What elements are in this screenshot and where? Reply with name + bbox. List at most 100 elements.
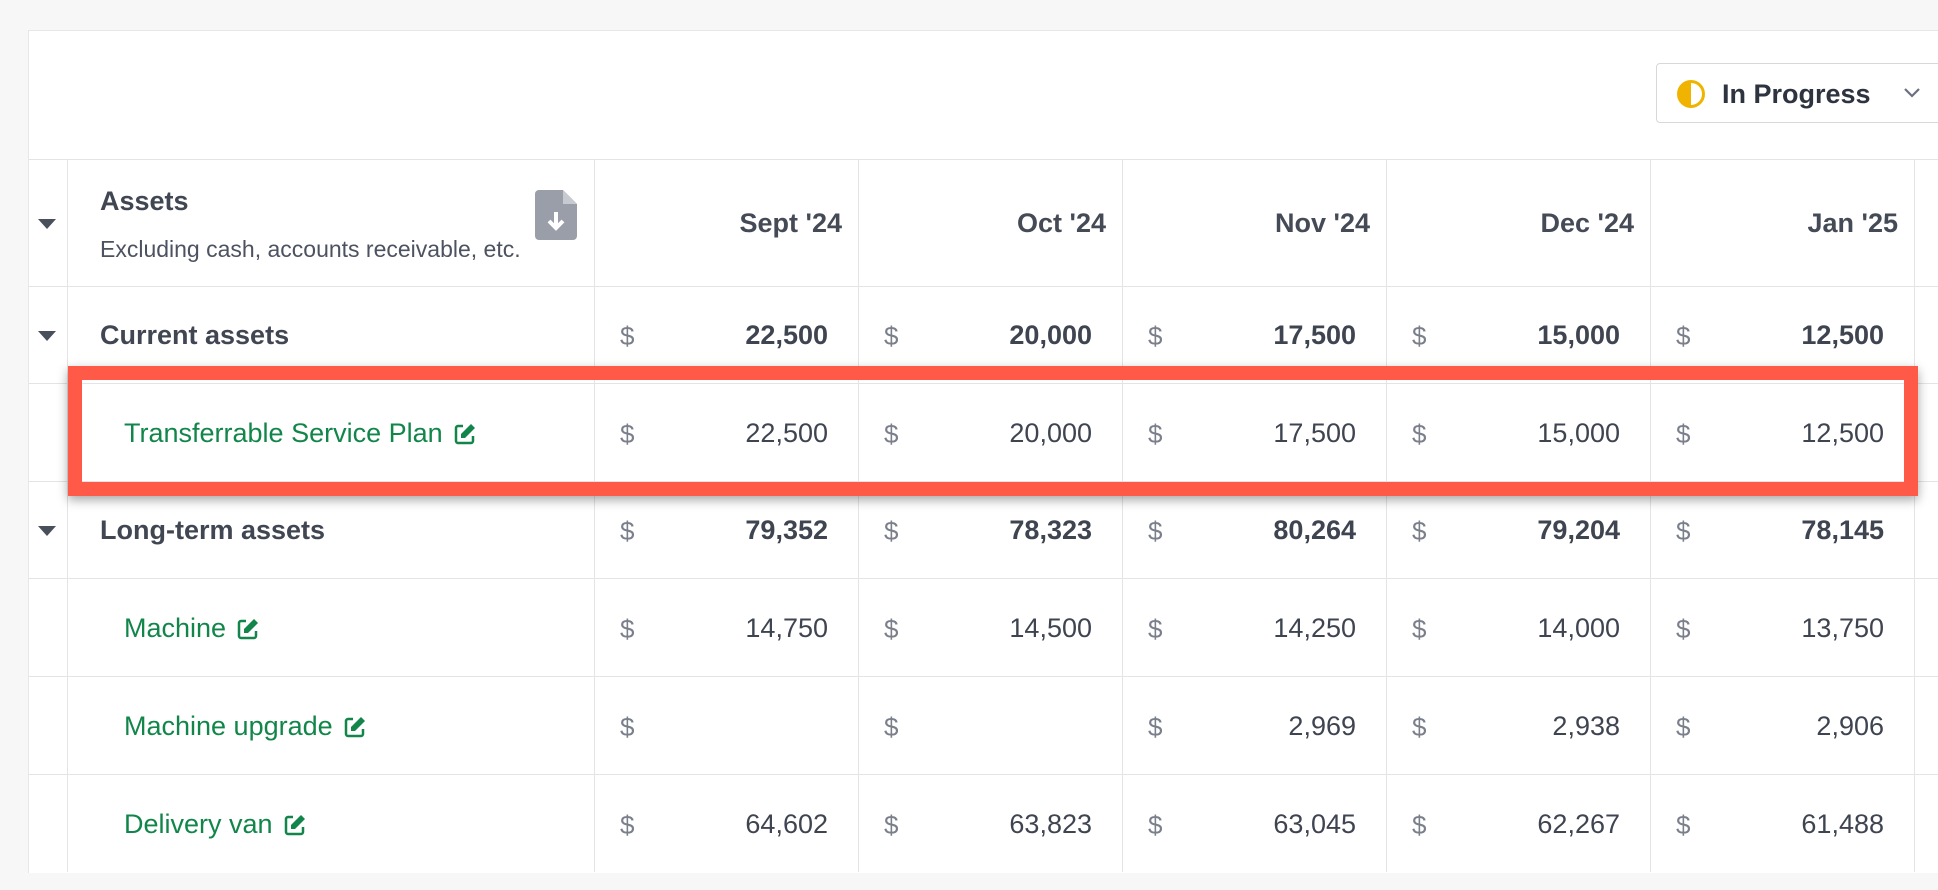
cell-value[interactable]: 14,250 [1176,613,1356,644]
currency-symbol: $ [1412,712,1427,742]
currency-symbol: $ [1412,516,1427,546]
column-divider [67,160,68,872]
currency-symbol: $ [620,712,635,742]
currency-symbol: $ [620,614,635,644]
cell-value[interactable]: 62,267 [1440,809,1620,840]
cell-value[interactable]: 80,264 [1176,515,1356,546]
currency-symbol: $ [1148,712,1163,742]
cell-value[interactable]: 2,938 [1440,711,1620,742]
cell-value[interactable]: 12,500 [1704,320,1884,351]
cell-value[interactable]: 20,000 [912,320,1092,351]
assets-card [28,30,1938,873]
cell-value[interactable]: 12,500 [1704,418,1884,449]
half-circle-status-icon [1676,79,1706,109]
cell-value[interactable]: 20,000 [912,418,1092,449]
column-header-month: Sept '24 [739,208,842,238]
currency-symbol: $ [1412,321,1427,351]
currency-symbol: $ [1148,810,1163,840]
cell-value[interactable]: 2,906 [1704,711,1884,742]
row-divider [28,578,1938,579]
row-divider [28,383,1938,384]
cell-value[interactable]: 61,488 [1704,809,1884,840]
column-divider [1386,160,1387,872]
column-divider [594,160,595,872]
cell-value[interactable]: 15,000 [1440,320,1620,351]
group-row-label: Long-term assets [100,515,326,545]
currency-symbol: $ [1148,419,1163,449]
cell-value[interactable]: 64,602 [648,809,828,840]
asset-item-label: Transferrable Service Plan [124,418,443,448]
currency-symbol: $ [1148,321,1163,351]
row-divider [28,286,1938,287]
cell-value[interactable]: 78,323 [912,515,1092,546]
table-title: Assets [100,186,189,216]
asset-item-link[interactable]: Machine upgrade [124,711,367,742]
table-subtitle: Excluding cash, accounts receivable, etc… [100,236,521,262]
currency-symbol: $ [1676,810,1691,840]
column-header-month: Jan '25 [1807,208,1898,238]
edit-icon[interactable] [343,715,367,739]
currency-symbol: $ [884,810,899,840]
asset-item-label: Delivery van [124,809,273,839]
column-header-month: Dec '24 [1540,208,1635,238]
table-top-border [28,159,1938,160]
currency-symbol: $ [884,419,899,449]
collapse-caret-icon[interactable] [37,330,57,342]
asset-item-link[interactable]: Machine [124,613,260,644]
cell-value[interactable]: 79,204 [1440,515,1620,546]
asset-item-link[interactable]: Delivery van [124,809,307,840]
edit-icon[interactable] [236,617,260,641]
column-divider [1914,160,1915,872]
cell-value[interactable]: 63,823 [912,809,1092,840]
cell-value[interactable]: 17,500 [1176,320,1356,351]
asset-item-label: Machine [124,613,227,643]
asset-item-link[interactable]: Transferrable Service Plan [124,418,477,449]
currency-symbol: $ [884,321,899,351]
currency-symbol: $ [1676,614,1691,644]
column-header-month: Nov '24 [1275,208,1370,238]
cell-value[interactable]: 17,500 [1176,418,1356,449]
row-divider [28,481,1938,482]
currency-symbol: $ [1148,516,1163,546]
currency-symbol: $ [620,419,635,449]
chevron-down-icon [1903,86,1921,100]
status-label: In Progress [1722,79,1871,109]
currency-symbol: $ [884,516,899,546]
column-divider [858,160,859,872]
cell-value[interactable]: 79,352 [648,515,828,546]
group-row-label: Current assets [100,320,290,350]
edit-icon[interactable] [453,422,477,446]
currency-symbol: $ [884,712,899,742]
collapse-caret-icon[interactable] [37,525,57,537]
column-divider [1122,160,1123,872]
column-header-month: Oct '24 [1017,208,1106,238]
cell-value[interactable]: 13,750 [1704,613,1884,644]
currency-symbol: $ [620,516,635,546]
cell-value[interactable]: 22,500 [648,320,828,351]
cell-value[interactable]: 78,145 [1704,515,1884,546]
cell-value[interactable]: 14,750 [648,613,828,644]
currency-symbol: $ [1676,712,1691,742]
cell-value[interactable]: 2,969 [1176,711,1356,742]
cell-value[interactable]: 15,000 [1440,418,1620,449]
currency-symbol: $ [1412,614,1427,644]
currency-symbol: $ [1412,810,1427,840]
currency-symbol: $ [884,614,899,644]
currency-symbol: $ [1676,321,1691,351]
cell-value[interactable]: 22,500 [648,418,828,449]
currency-symbol: $ [1676,516,1691,546]
cell-value[interactable]: 14,500 [912,613,1092,644]
collapse-all-caret-icon[interactable] [37,218,57,230]
download-file-icon[interactable] [535,190,577,240]
currency-symbol: $ [620,810,635,840]
currency-symbol: $ [1676,419,1691,449]
cell-value[interactable]: 14,000 [1440,613,1620,644]
cell-value[interactable]: 63,045 [1176,809,1356,840]
currency-symbol: $ [1148,614,1163,644]
row-divider [28,774,1938,775]
status-dropdown[interactable]: In Progress [1656,63,1938,123]
edit-icon[interactable] [283,813,307,837]
column-divider [1650,160,1651,872]
row-divider [28,676,1938,677]
currency-symbol: $ [1412,419,1427,449]
